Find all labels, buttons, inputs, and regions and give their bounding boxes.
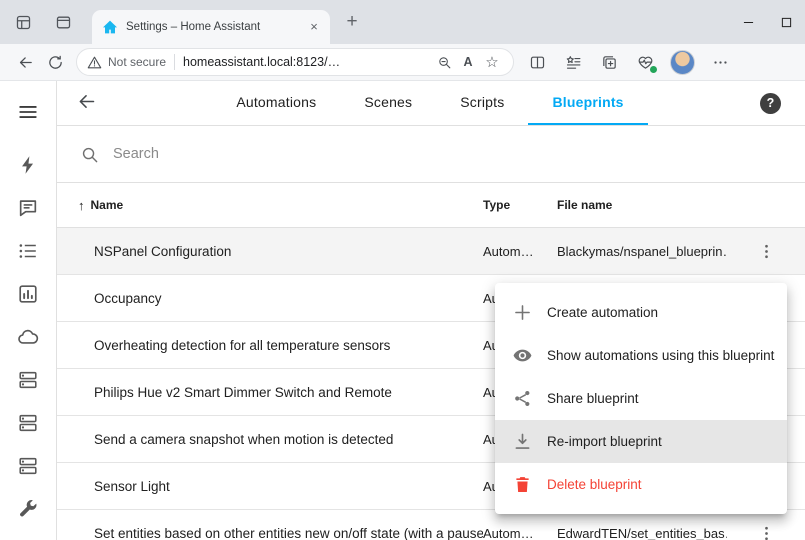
ha-header: Automations Scenes Scripts Blueprints ?	[57, 81, 805, 126]
menu-item-show-automations[interactable]: Show automations using this blueprint	[495, 334, 787, 377]
tab-close-icon[interactable]: ×	[306, 19, 322, 35]
address-divider	[174, 54, 175, 70]
browser-menu-icon[interactable]	[705, 47, 735, 77]
row-name: NSPanel Configuration	[57, 244, 483, 259]
menu-item-label: Re-import blueprint	[547, 434, 662, 449]
row-overflow-menu-icon[interactable]	[748, 515, 784, 540]
sidebar-item-energy[interactable]	[8, 145, 48, 185]
menu-item-label: Delete blueprint	[547, 477, 642, 492]
row-name: Send a camera snapshot when motion is de…	[57, 432, 483, 447]
workspaces-icon[interactable]	[6, 5, 40, 39]
address-bar[interactable]: Not secure homeassistant.local:8123/… A …	[76, 48, 514, 76]
chat-icon	[17, 197, 39, 219]
sort-asc-icon: ↑	[78, 198, 85, 213]
new-tab-button[interactable]: +	[338, 8, 366, 36]
read-aloud-icon[interactable]: A	[457, 51, 479, 73]
row-name: Set entities based on other entities new…	[57, 526, 483, 540]
bolt-icon	[17, 154, 39, 176]
favorites-hub-icon[interactable]	[558, 47, 588, 77]
server-icon	[17, 455, 39, 477]
menu-item-share-blueprint[interactable]: Share blueprint	[495, 377, 787, 420]
status-badge	[649, 65, 658, 74]
menu-item-reimport-blueprint[interactable]: Re-import blueprint	[495, 420, 787, 463]
ha-tab-bar: Automations Scenes Scripts Blueprints	[100, 81, 760, 125]
column-header-name[interactable]: ↑ Name	[57, 198, 483, 213]
row-type: Autom…	[483, 526, 557, 540]
wrench-icon	[17, 498, 39, 520]
table-header: ↑ Name Type File name	[57, 183, 805, 228]
row-name: Overheating detection for all temperatur…	[57, 338, 483, 353]
row-name: Occupancy	[57, 291, 483, 306]
help-icon[interactable]: ?	[760, 93, 781, 114]
sidebar-menu-button[interactable]	[8, 92, 48, 132]
url-text: homeassistant.local:8123/…	[183, 55, 431, 69]
sidebar-item-server-1[interactable]	[8, 360, 48, 400]
browser-tab[interactable]: Settings – Home Assistant ×	[92, 10, 330, 44]
row-type: Autom…	[483, 244, 557, 259]
row-overflow-menu-icon[interactable]	[748, 233, 784, 269]
zoom-icon[interactable]	[433, 51, 455, 73]
sidebar-item-assist[interactable]	[8, 188, 48, 228]
tab-automations[interactable]: Automations	[212, 81, 340, 125]
sidebar-item-cloud[interactable]	[8, 317, 48, 357]
browser-navbar: Not secure homeassistant.local:8123/… A …	[0, 44, 805, 81]
ha-back-icon[interactable]	[76, 91, 100, 115]
toolbar-icon-group	[522, 47, 735, 77]
plus-icon	[512, 302, 533, 323]
sidebar-item-logbook[interactable]	[8, 231, 48, 271]
row-file: EdwardTEN/set_entities_bas…	[557, 526, 727, 540]
search-bar[interactable]	[57, 126, 805, 183]
sidebar-item-history[interactable]	[8, 274, 48, 314]
tab-actions-icon[interactable]	[46, 5, 80, 39]
search-icon	[80, 145, 99, 164]
row-name: Sensor Light	[57, 479, 483, 494]
minimize-button[interactable]	[729, 0, 767, 44]
ha-sidebar	[0, 81, 57, 540]
sidebar-item-tools[interactable]	[8, 489, 48, 529]
sidebar-item-server-3[interactable]	[8, 446, 48, 486]
server-icon	[17, 369, 39, 391]
row-file: Blackymas/nspanel_blueprin…	[557, 244, 727, 259]
tab-title: Settings – Home Assistant	[126, 21, 300, 33]
menu-item-create-automation[interactable]: Create automation	[495, 291, 787, 334]
tab-scripts[interactable]: Scripts	[436, 81, 528, 125]
blueprint-context-menu: Create automation Show automations using…	[495, 283, 787, 514]
refresh-icon[interactable]	[40, 47, 70, 77]
menu-item-label: Show automations using this blueprint	[547, 348, 774, 363]
menu-item-label: Share blueprint	[547, 391, 639, 406]
tab-blueprints[interactable]: Blueprints	[528, 81, 647, 125]
list-icon	[17, 240, 39, 262]
home-assistant-favicon-icon	[102, 19, 118, 35]
hamburger-icon	[17, 101, 39, 123]
browser-window: Settings – Home Assistant × + Not secure…	[0, 0, 805, 540]
browser-titlebar: Settings – Home Assistant × +	[0, 0, 805, 44]
column-header-file[interactable]: File name	[557, 198, 727, 212]
cloud-icon	[17, 326, 39, 348]
menu-item-label: Create automation	[547, 305, 658, 320]
chart-icon	[17, 283, 39, 305]
favorite-star-icon[interactable]: ☆	[481, 51, 503, 73]
search-input[interactable]	[111, 145, 782, 163]
table-row[interactable]: Set entities based on other entities new…	[57, 510, 805, 540]
back-icon[interactable]	[10, 47, 40, 77]
row-name: Philips Hue v2 Smart Dimmer Switch and R…	[57, 385, 483, 400]
eye-icon	[512, 345, 533, 366]
split-screen-icon[interactable]	[522, 47, 552, 77]
download-icon	[512, 431, 533, 452]
maximize-button[interactable]	[767, 0, 805, 44]
share-icon	[512, 388, 533, 409]
security-label: Not secure	[108, 55, 166, 69]
not-secure-warning-icon[interactable]	[87, 55, 102, 70]
table-row[interactable]: NSPanel Configuration Autom… Blackymas/n…	[57, 228, 805, 275]
tab-scenes[interactable]: Scenes	[340, 81, 436, 125]
column-header-type[interactable]: Type	[483, 198, 557, 212]
column-name-label: Name	[91, 198, 124, 212]
sidebar-item-server-2[interactable]	[8, 403, 48, 443]
server-icon	[17, 412, 39, 434]
profile-avatar[interactable]	[670, 50, 695, 75]
menu-item-delete-blueprint[interactable]: Delete blueprint	[495, 463, 787, 506]
trash-icon	[512, 474, 533, 495]
collections-icon[interactable]	[594, 47, 624, 77]
browser-essentials-icon[interactable]	[630, 47, 660, 77]
